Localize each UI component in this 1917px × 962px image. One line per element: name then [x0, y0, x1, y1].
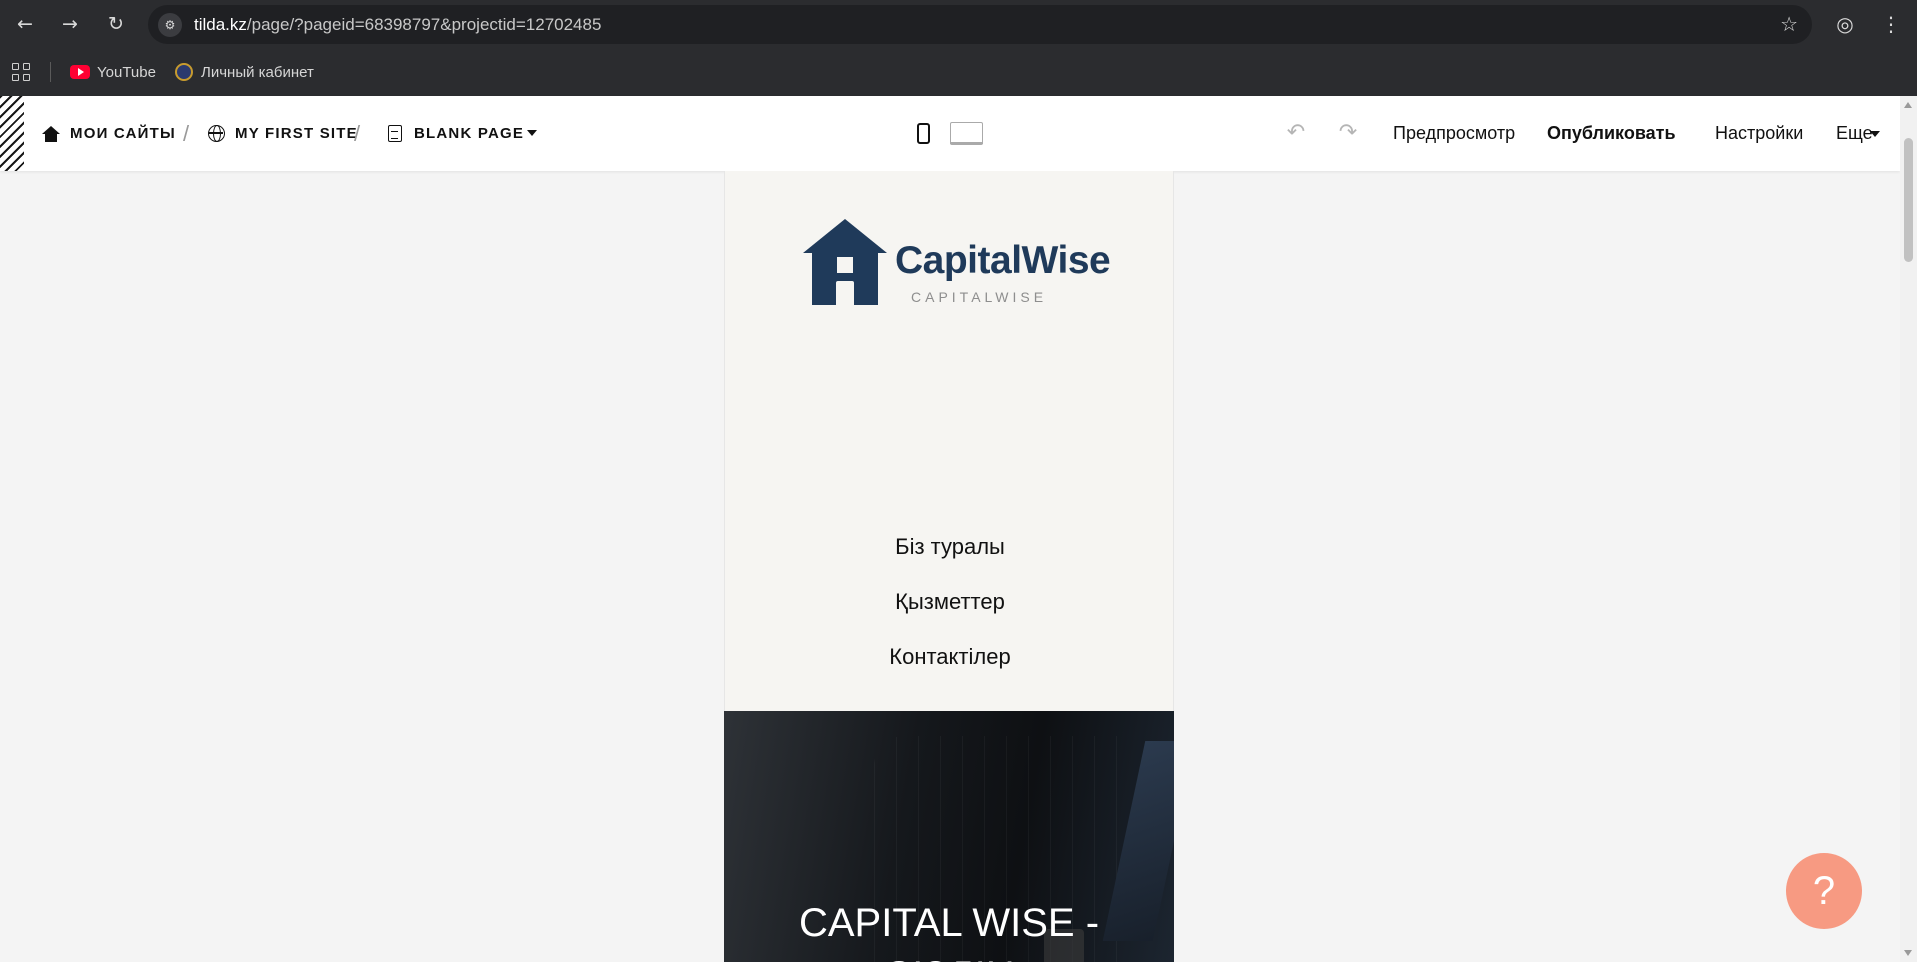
scroll-thumb[interactable]	[1904, 138, 1913, 262]
publish-button[interactable]: Опубликовать	[1547, 96, 1676, 171]
scroll-up-icon[interactable]	[1904, 102, 1912, 108]
breadcrumb-page[interactable]: BLANK PAGE	[386, 96, 524, 171]
bookmarks-bar: YouTube Личный кабинет	[0, 48, 1917, 96]
editor-toolbar: МОИ САЙТЫ / MY FIRST SITE / BLANK PAGE ↶…	[0, 96, 1900, 171]
address-bar[interactable]: ⚙ tilda.kz/page/?pageid=68398797&project…	[148, 5, 1812, 44]
globe-icon	[207, 125, 225, 143]
breadcrumb-page-label: BLANK PAGE	[414, 125, 525, 142]
breadcrumb-my-sites-label: МОИ САЙТЫ	[70, 125, 176, 142]
youtube-icon	[70, 65, 90, 79]
home-icon	[42, 125, 60, 143]
apps-grid-icon[interactable]	[12, 63, 30, 81]
menu-item-contacts[interactable]: Контактілер	[725, 644, 1174, 670]
forward-icon[interactable]: →	[56, 10, 84, 38]
page-dropdown-icon[interactable]	[527, 130, 537, 136]
preview-button[interactable]: Предпросмотр	[1393, 96, 1515, 171]
bookmark-youtube-label: YouTube	[97, 63, 156, 81]
hero-title: CAPITAL WISE -	[798, 901, 1100, 945]
more-caret-icon[interactable]	[1870, 131, 1880, 137]
bookmark-cabinet[interactable]: Личный кабинет	[175, 61, 314, 83]
browser-menu-icon[interactable]: ⋮	[1877, 10, 1905, 38]
page-icon	[386, 125, 404, 143]
bookmark-star-icon[interactable]: ☆	[1780, 12, 1798, 36]
breadcrumb-separator: /	[354, 121, 361, 146]
menu-item-about[interactable]: Біз туралы	[725, 534, 1174, 560]
help-button[interactable]: ?	[1786, 853, 1862, 929]
bookmarks-divider	[50, 62, 51, 82]
breadcrumb-site-label: MY FIRST SITE	[235, 125, 358, 142]
redo-icon[interactable]: ↷	[1334, 116, 1362, 150]
breadcrumb-site[interactable]: MY FIRST SITE	[207, 96, 358, 171]
site-info-icon[interactable]: ⚙	[158, 13, 182, 37]
more-button[interactable]: Еще	[1836, 96, 1873, 171]
menu-item-services[interactable]: Қызметтер	[725, 589, 1174, 615]
tilda-logo-pattern[interactable]	[0, 96, 24, 171]
undo-icon[interactable]: ↶	[1282, 116, 1310, 150]
profile-icon[interactable]: ◎	[1831, 10, 1859, 38]
bookmark-youtube[interactable]: YouTube	[70, 61, 156, 83]
settings-button[interactable]: Настройки	[1715, 96, 1803, 171]
mobile-preview: CapitalWise CAPITALWISE Біз туралы Қызме…	[724, 171, 1174, 962]
breadcrumb-my-sites[interactable]: МОИ САЙТЫ	[42, 96, 176, 171]
breadcrumb-separator: /	[183, 121, 190, 146]
hero-title-line2: СІЗДІҢ	[724, 954, 1174, 962]
bookmark-cabinet-label: Личный кабинет	[201, 63, 314, 81]
hero-block[interactable]: CAPITAL WISE - СІЗДІҢ	[724, 711, 1174, 962]
browser-toolbar: ← → ↻ ⚙ tilda.kz/page/?pageid=68398797&p…	[0, 0, 1917, 48]
site-header-block[interactable]: CapitalWise CAPITALWISE Біз туралы Қызме…	[724, 171, 1174, 711]
scroll-down-icon[interactable]	[1904, 950, 1912, 956]
logo-subtitle: CAPITALWISE	[911, 289, 1048, 305]
cabinet-icon	[175, 63, 193, 81]
mobile-view-icon[interactable]	[917, 123, 930, 144]
desktop-view-icon[interactable]	[950, 122, 983, 145]
site-logo: CapitalWise CAPITALWISE	[803, 219, 1113, 309]
house-icon	[803, 219, 887, 305]
page-scrollbar[interactable]	[1900, 96, 1917, 962]
logo-name: CapitalWise	[895, 239, 1111, 282]
back-icon[interactable]: ←	[11, 10, 39, 38]
reload-icon[interactable]: ↻	[102, 10, 130, 38]
address-url[interactable]: tilda.kz/page/?pageid=68398797&projectid…	[194, 5, 601, 44]
